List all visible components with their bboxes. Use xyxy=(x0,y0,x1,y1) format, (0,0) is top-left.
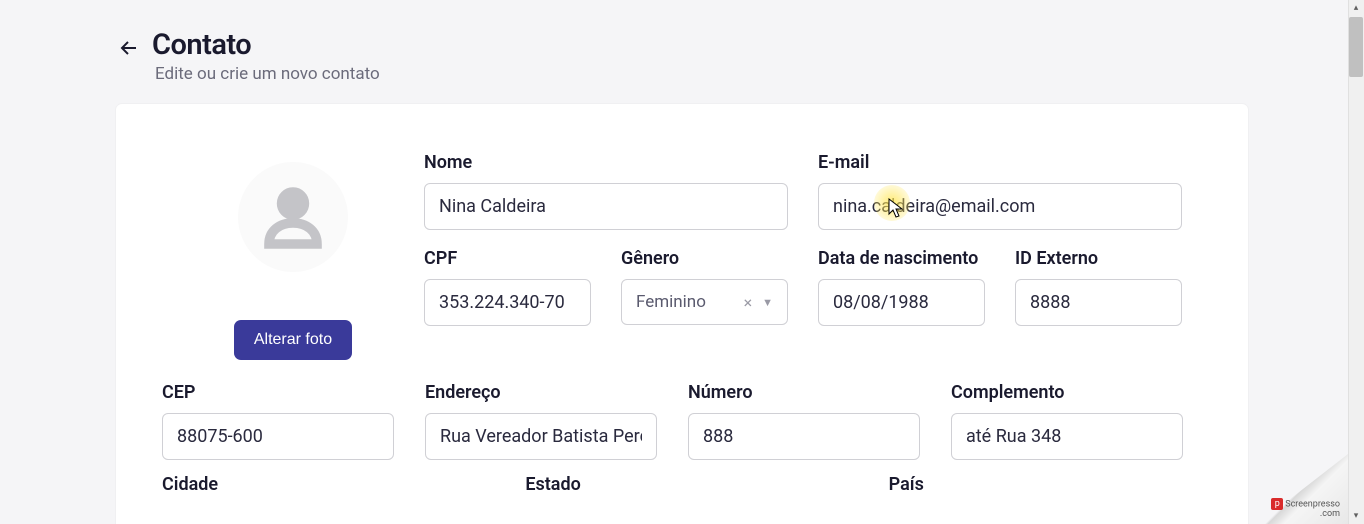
cpf-input[interactable] xyxy=(424,279,591,326)
numero-input[interactable] xyxy=(688,413,920,460)
chevron-down-icon[interactable]: ▼ xyxy=(758,296,777,309)
scrollbar-down-icon[interactable]: ▾ xyxy=(1348,508,1364,524)
id-externo-input[interactable] xyxy=(1015,279,1182,326)
back-arrow-icon[interactable] xyxy=(116,35,142,61)
scrollbar-up-icon[interactable]: ▴ xyxy=(1348,0,1364,16)
scrollbar-track[interactable]: ▴ ▾ xyxy=(1348,0,1364,524)
cep-input[interactable] xyxy=(162,413,394,460)
page-header: Contato Edite ou crie um novo contato xyxy=(0,20,1364,104)
genero-value: Feminino xyxy=(636,292,738,312)
form-card: Alterar foto Nome E-mail CPF xyxy=(116,104,1248,524)
avatar-placeholder xyxy=(238,162,348,272)
cpf-label: CPF xyxy=(424,248,591,269)
person-icon xyxy=(257,181,329,253)
id-externo-label: ID Externo xyxy=(1015,248,1182,269)
genero-select[interactable]: Feminino × ▼ xyxy=(621,279,788,325)
complemento-input[interactable] xyxy=(951,413,1183,460)
data-nascimento-input[interactable] xyxy=(818,279,985,326)
clear-icon[interactable]: × xyxy=(738,293,759,312)
data-nascimento-label: Data de nascimento xyxy=(818,248,985,269)
page-title: Contato xyxy=(152,28,380,62)
cep-label: CEP xyxy=(162,382,394,403)
email-label: E-mail xyxy=(818,152,1182,173)
genero-label: Gênero xyxy=(621,248,788,269)
pais-label: País xyxy=(889,474,1202,495)
change-photo-button[interactable]: Alterar foto xyxy=(234,320,352,360)
nome-input[interactable] xyxy=(424,183,788,230)
cidade-label: Cidade xyxy=(162,474,475,495)
nome-label: Nome xyxy=(424,152,788,173)
endereco-label: Endereço xyxy=(425,382,657,403)
email-input[interactable] xyxy=(818,183,1182,230)
endereco-input[interactable] xyxy=(425,413,657,460)
numero-label: Número xyxy=(688,382,920,403)
complemento-label: Complemento xyxy=(951,382,1183,403)
scrollbar-thumb[interactable] xyxy=(1349,17,1363,77)
estado-label: Estado xyxy=(525,474,838,495)
page-subtitle: Edite ou crie um novo contato xyxy=(155,64,380,84)
